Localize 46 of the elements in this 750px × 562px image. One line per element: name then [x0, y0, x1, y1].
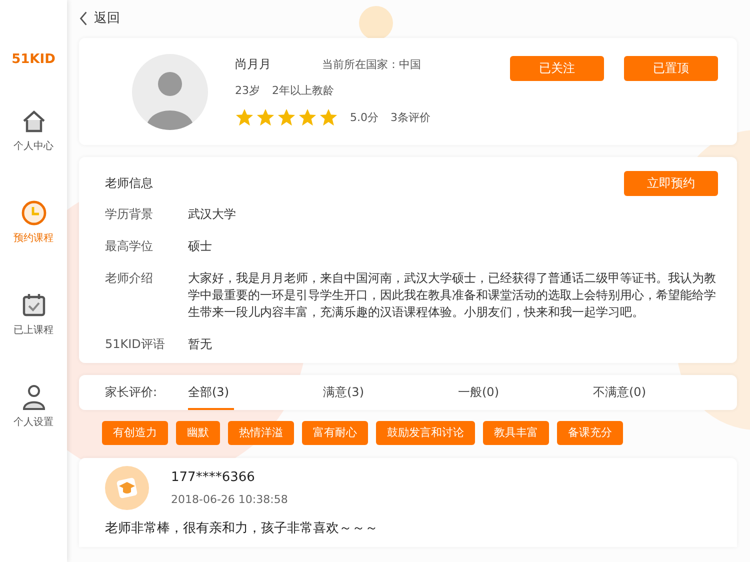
review-tab[interactable]: 不满意(0): [593, 375, 728, 410]
back-link[interactable]: 返回: [79, 8, 737, 28]
sidebar-item[interactable]: 个人设置: [14, 383, 54, 429]
review-tag: 教具丰富: [483, 421, 549, 445]
country-text: 当前所在国家：中国: [322, 57, 421, 72]
review-tag: 有创造力: [102, 421, 168, 445]
star-icon: [298, 108, 317, 127]
review-tab[interactable]: 满意(3): [323, 375, 458, 410]
sidebar-item[interactable]: 个人中心: [14, 107, 54, 153]
score-text: 5.0分: [350, 110, 378, 125]
user-name: 177****6366: [171, 470, 256, 485]
star-icon: [256, 108, 275, 127]
star-icon: [235, 108, 254, 127]
star-icon: [277, 108, 296, 127]
teacher-name: 尚月月: [235, 56, 272, 73]
info-label: 51KID评语: [105, 336, 166, 353]
info-label: 最高学位: [105, 238, 154, 255]
info-label: 学历背景: [105, 206, 154, 223]
review-tab[interactable]: 一般(0): [458, 375, 593, 410]
info-value: 暂无: [188, 336, 213, 353]
sidebar-item[interactable]: 已上课程: [14, 291, 54, 337]
info-label: 老师介绍: [105, 270, 154, 287]
info-value: 硕士: [188, 238, 213, 255]
review-comment: 老师非常棒，很有亲和力，孩子非常喜欢～～～: [105, 520, 379, 537]
experience-text: 2年以上教龄: [272, 83, 334, 98]
sidebar-label: 个人中心: [14, 140, 54, 153]
review-label: 家长评价:: [105, 384, 158, 401]
review-tag: 热情洋溢: [228, 421, 294, 445]
info-value: 武汉大学: [188, 206, 237, 223]
clock-icon: [20, 199, 48, 227]
sidebar-label: 个人设置: [14, 416, 54, 429]
chevron-left-icon: [79, 10, 88, 26]
review-tag: 鼓励发言和讨论: [376, 421, 475, 445]
logo: 51KID: [12, 52, 56, 67]
sidebar-label: 已上课程: [14, 324, 54, 337]
sidebar-label: 预约课程: [14, 232, 54, 245]
review-tag: 幽默: [176, 421, 220, 445]
section-title: 老师信息: [105, 175, 153, 192]
info-value: 大家好，我是月月老师，来自中国河南，武汉大学硕士，已经获得了普通话二级甲等证书。我认为教学中最重要的一环是引导学生开口，因此我在教具准备和课堂活动的选取上会特别用心，希望能给学生带来一段儿内容丰富，充满乐趣的汉语课程体验。小朋友们，快来和我一起学习吧。: [188, 270, 717, 321]
star-icon: [319, 108, 338, 127]
age-text: 23岁: [235, 83, 260, 98]
review-count: 3条评价: [390, 110, 430, 125]
review-tag: 备课充分: [557, 421, 623, 445]
review-tag: 富有耐心: [302, 421, 368, 445]
background-circle: [359, 6, 393, 40]
review-date: 2018-06-26 10:38:58: [171, 493, 288, 506]
